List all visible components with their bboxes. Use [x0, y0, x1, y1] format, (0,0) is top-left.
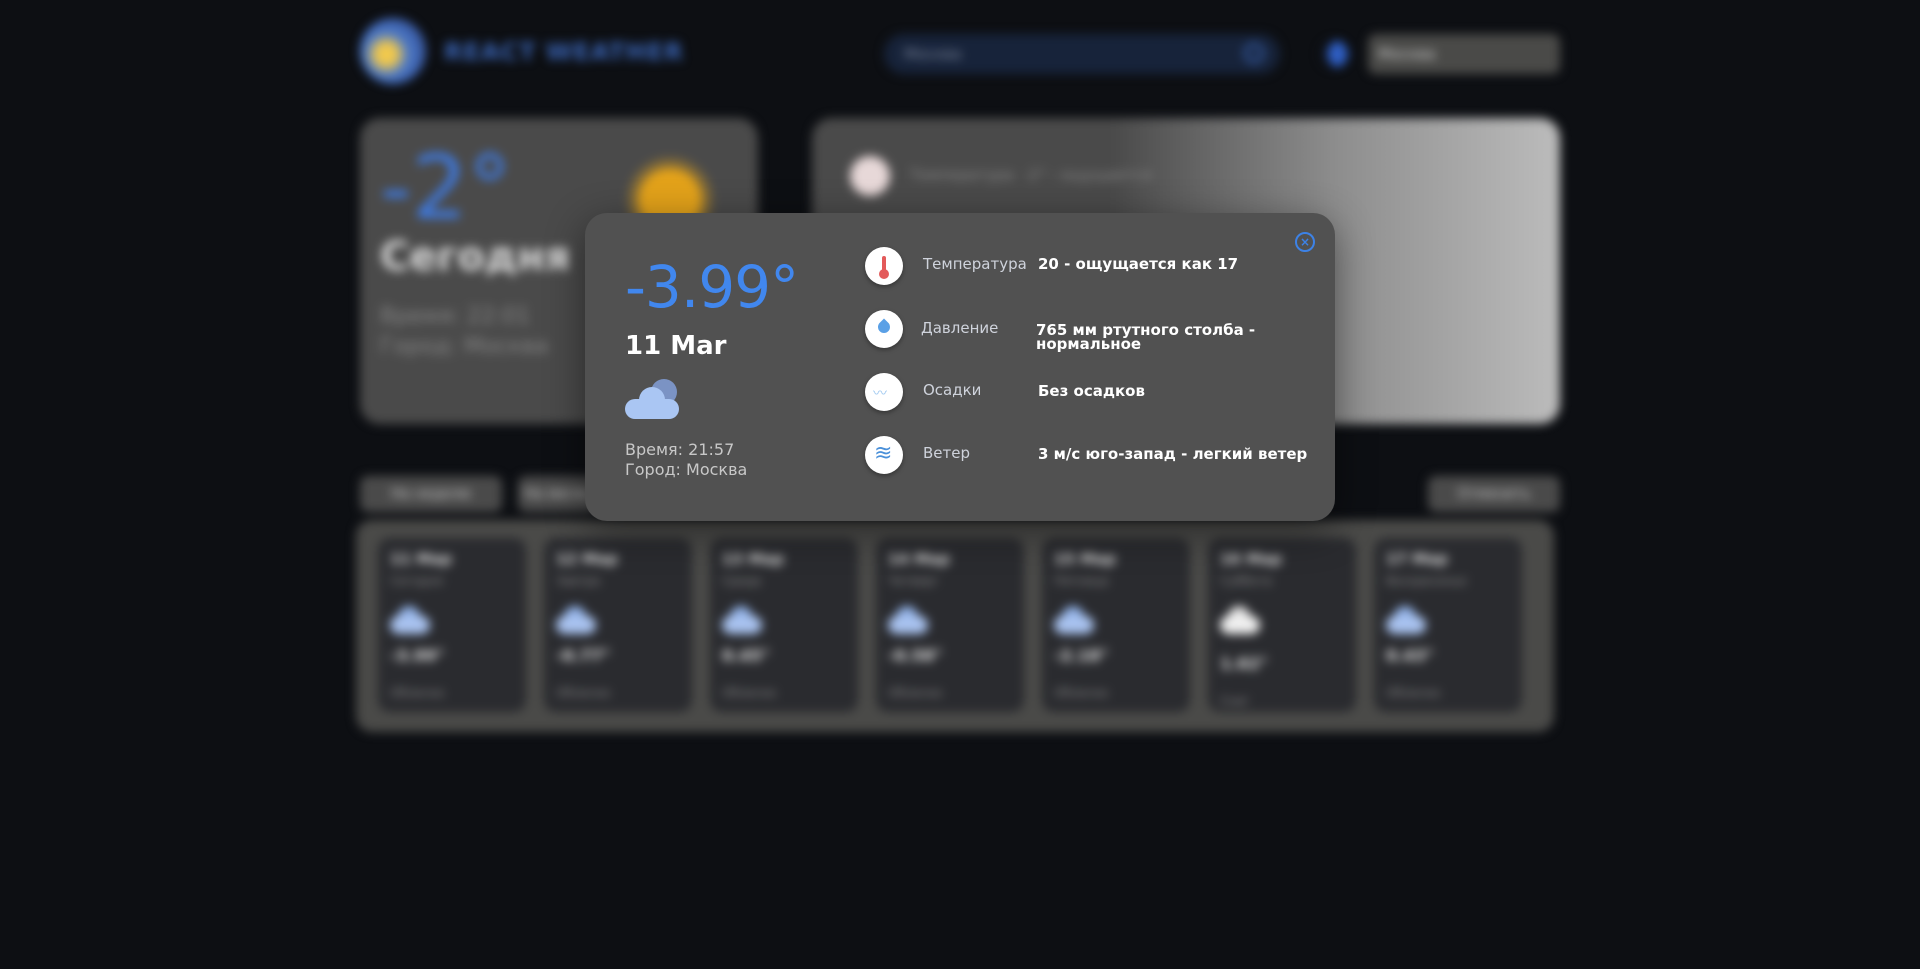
day-date: 11 Мар	[390, 550, 452, 568]
day-date: 15 Мар	[1054, 550, 1116, 568]
day-sub: Завтра	[556, 574, 601, 588]
day-temp: 0.43°	[1386, 646, 1434, 665]
day-card[interactable]: 15 Мар Пятница -2.18° Облачно	[1042, 538, 1190, 712]
pressure-label: Давление	[921, 319, 999, 337]
temperature-label: Температура	[923, 255, 1027, 273]
today-info-label: Температура -2° - ощущается	[910, 166, 1152, 184]
theme-toggle-icon[interactable]	[1320, 40, 1348, 68]
day-sub: Сегодня	[390, 574, 443, 588]
city-select[interactable]: Москва	[1368, 34, 1560, 74]
temperature-value: 20 - ощущается как 17	[1038, 255, 1239, 273]
day-note: Облачно	[390, 686, 445, 700]
close-icon[interactable]: ×	[1295, 232, 1315, 252]
thermometer-icon	[850, 156, 890, 196]
precipitation-label: Осадки	[923, 381, 982, 399]
today-time: Время: 22:01	[380, 304, 531, 329]
search-input[interactable]: Москва	[884, 34, 1280, 74]
modal-city: Город: Москва	[625, 460, 748, 479]
day-sub: Среда	[722, 574, 762, 588]
cloud-icon	[1386, 606, 1426, 634]
day-temp: -0.77°	[556, 646, 611, 665]
today-city: Город: Москва	[380, 334, 549, 359]
search-input-value: Москва	[904, 45, 962, 63]
day-card[interactable]: 12 Мар Завтра -0.77° Облачно	[544, 538, 692, 712]
day-temp: 0.45°	[722, 646, 770, 665]
search-icon[interactable]	[1244, 43, 1264, 63]
day-temp: -0.58°	[888, 646, 943, 665]
day-date: 13 Мар	[722, 550, 784, 568]
day-detail-modal: × -3.99° 11 Mar Время: 21:57 Город: Моск…	[585, 213, 1335, 521]
pressure-value: 765 мм ртутного столба - нормальное	[1036, 321, 1256, 353]
day-note: Облачно	[888, 686, 943, 700]
cloud-icon	[1054, 606, 1094, 634]
cloud-icon	[888, 606, 928, 634]
wind-value: 3 м/с юго-запад - легкий ветер	[1038, 445, 1308, 463]
day-card[interactable]: 14 Мар Четверг -0.58° Облачно	[876, 538, 1024, 712]
day-note: Облачно	[1054, 686, 1109, 700]
snow-cloud-icon	[1220, 606, 1260, 634]
day-sub: Пятница	[1054, 574, 1109, 588]
day-note: Облачно	[722, 686, 777, 700]
logo-icon	[360, 18, 426, 84]
cloud-icon	[722, 606, 762, 634]
day-card[interactable]: 16 Мар Суббота 1.62° Снег	[1208, 538, 1356, 712]
modal-temp: -3.99°	[625, 253, 799, 321]
modal-date: 11 Mar	[625, 331, 727, 361]
modal-time: Время: 21:57	[625, 440, 735, 459]
cloud-icon	[390, 606, 430, 634]
cloud-icon	[625, 377, 683, 421]
day-note: Облачно	[556, 686, 611, 700]
day-card[interactable]: 11 Мар Сегодня -3.99° Облачно	[378, 538, 526, 712]
day-card[interactable]: 13 Мар Среда 0.45° Облачно	[710, 538, 858, 712]
today-label: Сегодня	[380, 234, 571, 280]
wind-label: Ветер	[923, 444, 971, 462]
day-sub: Воскресенье	[1386, 574, 1467, 588]
day-temp: 1.62°	[1220, 654, 1268, 673]
precipitation-value: Без осадков	[1038, 382, 1145, 400]
day-date: 16 Мар	[1220, 550, 1282, 568]
day-temp: -2.18°	[1054, 646, 1109, 665]
day-sub: Суббота	[1220, 574, 1272, 588]
day-date: 14 Мар	[888, 550, 950, 568]
precipitation-icon	[865, 373, 903, 411]
today-temp: -2°	[380, 136, 512, 239]
day-date: 12 Мар	[556, 550, 618, 568]
day-note: Облачно	[1386, 686, 1441, 700]
week-forecast-panel: 11 Мар Сегодня -3.99° Облачно 12 Мар Зав…	[356, 520, 1554, 732]
pressure-drop-icon	[865, 310, 903, 348]
day-card[interactable]: 17 Мар Воскресенье 0.43° Облачно	[1374, 538, 1522, 712]
cloud-icon	[556, 606, 596, 634]
cancel-button[interactable]: Отменить	[1428, 476, 1560, 512]
day-date: 17 Мар	[1386, 550, 1448, 568]
day-sub: Четверг	[888, 574, 939, 588]
tab-week[interactable]: На неделю	[360, 476, 502, 512]
wind-icon	[865, 436, 903, 474]
day-note: Снег	[1220, 694, 1250, 708]
logo-text: REACT WEATHER	[444, 38, 684, 66]
day-temp: -3.99°	[390, 646, 445, 665]
thermometer-icon	[865, 247, 903, 285]
